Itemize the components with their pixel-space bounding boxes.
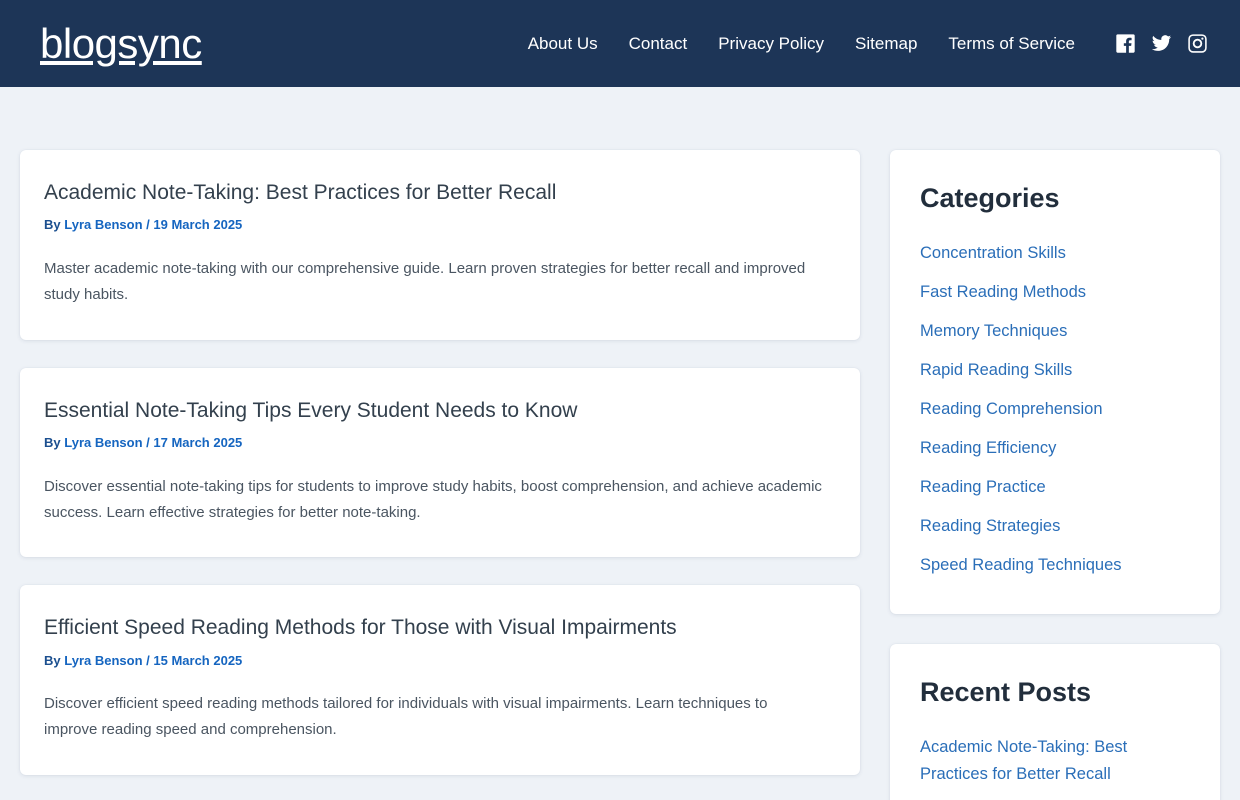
post-card: Essential Note-Taking Tips Every Student… xyxy=(20,367,860,558)
widget-categories: Categories Concentration Skills Fast Rea… xyxy=(890,150,1220,614)
social-links xyxy=(1115,33,1208,54)
list-item: Rapid Reading Skills xyxy=(920,357,1190,383)
widget-recent-posts: Recent Posts Academic Note-Taking: Best … xyxy=(890,643,1220,800)
recent-post-link-academic-note-taking[interactable]: Academic Note-Taking: Best Practices for… xyxy=(920,734,1190,787)
category-link-speed-reading-techniques[interactable]: Speed Reading Techniques xyxy=(920,552,1190,578)
category-link-concentration-skills[interactable]: Concentration Skills xyxy=(920,240,1190,266)
post-card: Academic Note-Taking: Best Practices for… xyxy=(20,150,860,340)
list-item: Reading Practice xyxy=(920,474,1190,500)
list-item: Fast Reading Methods xyxy=(920,279,1190,305)
recent-posts-list: Academic Note-Taking: Best Practices for… xyxy=(920,734,1190,800)
nav-item-privacy-policy[interactable]: Privacy Policy xyxy=(718,35,824,52)
category-link-reading-strategies[interactable]: Reading Strategies xyxy=(920,513,1190,539)
post-meta: By Lyra Benson / 19 March 2025 xyxy=(44,217,836,233)
nav-item-about-us[interactable]: About Us xyxy=(528,35,598,52)
twitter-link[interactable] xyxy=(1151,33,1172,54)
post-meta-separator: / xyxy=(146,217,150,233)
post-title[interactable]: Essential Note-Taking Tips Every Student… xyxy=(44,398,836,424)
post-card: Efficient Speed Reading Methods for Thos… xyxy=(20,585,860,776)
post-meta-separator: / xyxy=(146,434,150,450)
list-item: Academic Note-Taking: Best Practices for… xyxy=(920,734,1190,787)
post-by-label: By xyxy=(44,434,61,450)
post-author-link[interactable]: Lyra Benson xyxy=(64,217,142,232)
widget-title: Categories xyxy=(920,183,1060,213)
list-item: Memory Techniques xyxy=(920,318,1190,344)
twitter-icon xyxy=(1151,35,1172,51)
post-excerpt: Discover essential note-taking tips for … xyxy=(44,477,822,521)
post-date: 17 March 2025 xyxy=(153,434,243,450)
post-meta: By Lyra Benson / 17 March 2025 xyxy=(44,435,836,451)
post-by-label: By xyxy=(44,652,61,668)
categories-list: Concentration Skills Fast Reading Method… xyxy=(920,240,1190,578)
site-logo[interactable]: blogsync xyxy=(40,22,202,65)
list-item: Speed Reading Techniques xyxy=(920,552,1190,578)
header-right-group: About Us Contact Privacy Policy Sitemap … xyxy=(528,33,1208,54)
facebook-link[interactable] xyxy=(1115,33,1136,54)
list-item: Reading Comprehension xyxy=(920,396,1190,422)
page-layout: Academic Note-Taking: Best Practices for… xyxy=(0,87,1240,800)
post-by-label: By xyxy=(44,217,61,233)
category-link-fast-reading-methods[interactable]: Fast Reading Methods xyxy=(920,279,1190,305)
list-item: Reading Strategies xyxy=(920,513,1190,539)
post-date: 15 March 2025 xyxy=(153,652,243,668)
category-link-reading-comprehension[interactable]: Reading Comprehension xyxy=(920,396,1190,422)
category-link-memory-techniques[interactable]: Memory Techniques xyxy=(920,318,1190,344)
post-excerpt: Discover efficient speed reading methods… xyxy=(44,695,768,739)
category-link-reading-practice[interactable]: Reading Practice xyxy=(920,474,1190,500)
nav-item-contact[interactable]: Contact xyxy=(629,35,688,52)
post-author-link[interactable]: Lyra Benson xyxy=(64,435,142,450)
sidebar: Categories Concentration Skills Fast Rea… xyxy=(890,150,1220,800)
nav-item-sitemap[interactable]: Sitemap xyxy=(855,35,917,52)
post-title[interactable]: Academic Note-Taking: Best Practices for… xyxy=(44,180,836,206)
post-title[interactable]: Efficient Speed Reading Methods for Thos… xyxy=(44,615,836,641)
post-date: 19 March 2025 xyxy=(153,217,243,233)
facebook-icon xyxy=(1116,34,1135,53)
post-meta-separator: / xyxy=(146,652,150,668)
post-excerpt: Master academic note-taking with our com… xyxy=(44,259,806,303)
main-navigation: About Us Contact Privacy Policy Sitemap … xyxy=(528,35,1075,52)
widget-title: Recent Posts xyxy=(920,676,1092,707)
nav-item-terms-of-service[interactable]: Terms of Service xyxy=(948,35,1075,52)
list-item: Concentration Skills xyxy=(920,240,1190,266)
post-author-link[interactable]: Lyra Benson xyxy=(64,653,142,668)
instagram-icon xyxy=(1188,34,1207,53)
instagram-link[interactable] xyxy=(1187,33,1208,54)
category-link-rapid-reading-skills[interactable]: Rapid Reading Skills xyxy=(920,357,1190,383)
list-item: Reading Efficiency xyxy=(920,435,1190,461)
post-meta: By Lyra Benson / 15 March 2025 xyxy=(44,653,836,669)
category-link-reading-efficiency[interactable]: Reading Efficiency xyxy=(920,435,1190,461)
site-header: blogsync About Us Contact Privacy Policy… xyxy=(0,0,1240,87)
post-list: Academic Note-Taking: Best Practices for… xyxy=(20,150,860,800)
